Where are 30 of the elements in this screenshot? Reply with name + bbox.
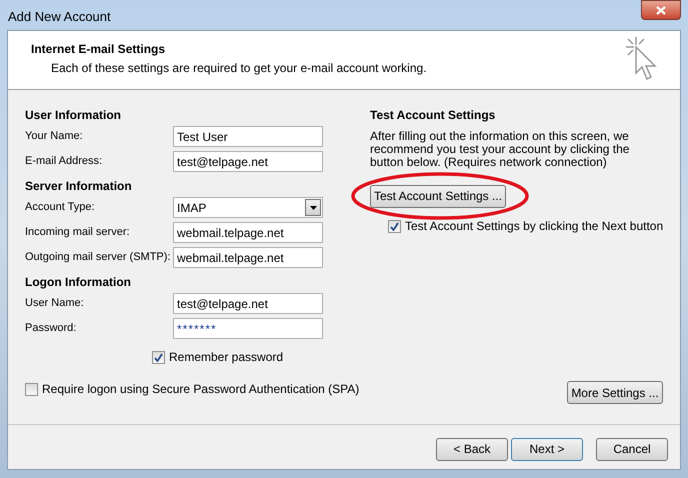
account-type-dropdown[interactable]: IMAP [173, 197, 323, 218]
field-label: User Name: [25, 296, 85, 312]
password-field[interactable]: ******* [173, 318, 323, 339]
input-field[interactable]: webmail.telpage.net [173, 222, 323, 243]
checkbox-label: Remember password [169, 349, 284, 366]
field-label: Your Name: [25, 129, 84, 144]
window-title: Add New Account [8, 8, 111, 26]
section-heading: Logon Information [25, 274, 132, 291]
header-title: Internet E-mail Settings [31, 41, 166, 58]
header-subtitle: Each of these settings are required to get your e-mail account working. [50, 60, 427, 77]
dialog-button[interactable]: Next > [511, 438, 583, 460]
section-heading: Server Information [25, 178, 133, 195]
field-label: Outgoing mail server (SMTP): [25, 250, 172, 266]
checkbox-label: Require logon using Secure Password Authentication (SPA) [42, 381, 360, 398]
input-field[interactable]: Test User [173, 126, 323, 147]
input-field[interactable]: webmail.telpage.net [173, 247, 323, 268]
input-field[interactable]: test@telpage.net [173, 151, 323, 172]
input-field[interactable]: test@telpage.net [173, 293, 323, 314]
field-label: Account Type: [25, 200, 96, 216]
more-settings-button[interactable]: More Settings ... [567, 381, 663, 404]
field-label: Password: [25, 321, 78, 336]
field-label: E-mail Address: [25, 154, 104, 170]
test-account-settings-button[interactable]: Test Account Settings ... [370, 184, 506, 208]
section-heading: User Information [25, 107, 122, 124]
field-label: Incoming mail server: [25, 225, 131, 240]
dialog-button[interactable]: < Back [436, 438, 508, 460]
dialog-button[interactable]: Cancel [596, 438, 668, 460]
checkbox-label: Test Account Settings by clicking the Next button [405, 218, 664, 235]
test-description: After filling out the information on this screen, we recommend you test your account by clicking the button below. (Requires network connection) [370, 130, 630, 169]
section-heading: Test Account Settings [370, 107, 496, 124]
